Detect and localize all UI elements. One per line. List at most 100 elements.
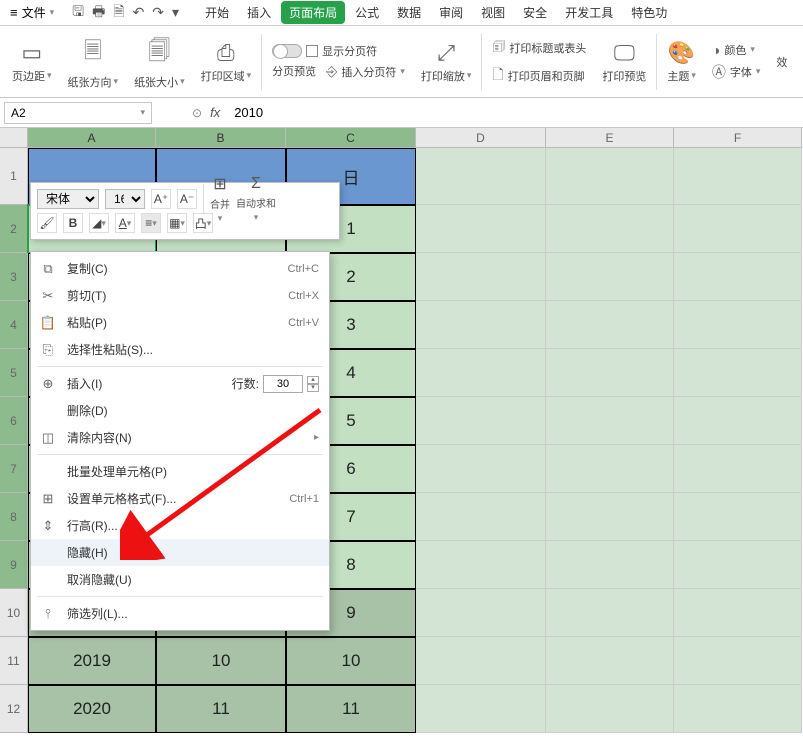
cell-E6[interactable] <box>546 397 674 445</box>
fill-color-button[interactable]: ◢▾ <box>89 213 109 233</box>
redo-icon[interactable]: ↷ <box>152 4 164 21</box>
tab-home[interactable]: 开始 <box>197 1 237 24</box>
tab-review[interactable]: 审阅 <box>431 1 471 24</box>
tab-formula[interactable]: 公式 <box>347 1 387 24</box>
row-header-3[interactable]: 3 <box>0 253 28 301</box>
font-size-select[interactable]: 16 <box>105 189 145 209</box>
cell-style-button[interactable]: 凸▾ <box>193 213 213 233</box>
cell-A11[interactable]: 2019 <box>28 637 156 685</box>
print-titles-button[interactable]: 🗊 打印标题或表头 <box>492 36 586 60</box>
tab-view[interactable]: 视图 <box>473 1 513 24</box>
format-painter-icon[interactable]: 🖌 <box>37 213 57 233</box>
menu-item-delete[interactable]: 删除(D) <box>31 397 329 424</box>
print-area-button[interactable]: ⎙ 打印区域▾ <box>195 30 258 93</box>
column-header-B[interactable]: B <box>156 128 286 148</box>
menu-item-paste[interactable]: 📋 粘贴(P) Ctrl+V <box>31 309 329 336</box>
print-scale-button[interactable]: ⤢ 打印缩放▾ <box>415 30 478 93</box>
menu-item-hide[interactable]: 隐藏(H) <box>31 539 329 566</box>
cell-E11[interactable] <box>546 637 674 685</box>
row-header-5[interactable]: 5 <box>0 349 28 397</box>
cell-D1[interactable] <box>416 148 546 205</box>
bold-button[interactable]: B <box>63 213 83 233</box>
row-header-11[interactable]: 11 <box>0 637 28 685</box>
column-header-E[interactable]: E <box>546 128 674 148</box>
menu-item-cut[interactable]: ✂ 剪切(T) Ctrl+X <box>31 282 329 309</box>
name-box[interactable]: A2 ▾ <box>4 102 152 124</box>
menu-item-row-height[interactable]: ⇕ 行高(R)... <box>31 512 329 539</box>
menu-item-batch[interactable]: 批量处理单元格(P) <box>31 458 329 485</box>
row-header-2[interactable]: 2 <box>0 205 28 253</box>
cell-E12[interactable] <box>546 685 674 733</box>
cell-F10[interactable] <box>674 589 802 637</box>
menu-item-filter[interactable]: ⫯ 筛选列(L)... <box>31 600 329 627</box>
menu-item-paste-special[interactable]: ⎘ 选择性粘贴(S)... <box>31 336 329 363</box>
column-header-C[interactable]: C <box>286 128 416 148</box>
menu-item-clear[interactable]: ◫ 清除内容(N) ▸ <box>31 424 329 451</box>
menu-item-unhide[interactable]: 取消隐藏(U) <box>31 566 329 593</box>
spinner-down-icon[interactable]: ▾ <box>307 384 319 392</box>
chevron-down-icon[interactable]: ▾ <box>172 4 179 21</box>
cell-D12[interactable] <box>416 685 546 733</box>
select-all-corner[interactable] <box>0 128 28 148</box>
cell-D9[interactable] <box>416 541 546 589</box>
tab-page-layout[interactable]: 页面布局 <box>281 1 345 24</box>
tab-data[interactable]: 数据 <box>389 1 429 24</box>
cell-E7[interactable] <box>546 445 674 493</box>
font-name-select[interactable]: 宋体 <box>37 189 99 209</box>
cell-F6[interactable] <box>674 397 802 445</box>
cell-F11[interactable] <box>674 637 802 685</box>
row-header-7[interactable]: 7 <box>0 445 28 493</box>
show-break-toggle[interactable]: 显示分页符 <box>272 43 405 59</box>
tab-developer[interactable]: 开发工具 <box>557 1 621 24</box>
spinner-up-icon[interactable]: ▴ <box>307 376 319 384</box>
autosum-button[interactable]: Σ自动求和▾ <box>236 175 276 223</box>
cell-D8[interactable] <box>416 493 546 541</box>
align-button[interactable]: ≡▾ <box>141 213 161 233</box>
save-icon[interactable]: 🖫 <box>72 1 84 25</box>
cell-E3[interactable] <box>546 253 674 301</box>
insert-break-button[interactable]: ⎆ 插入分页符 ▾ <box>326 63 405 80</box>
cell-D10[interactable] <box>416 589 546 637</box>
font-color-button[interactable]: A▾ <box>115 213 135 233</box>
cell-F8[interactable] <box>674 493 802 541</box>
cell-E4[interactable] <box>546 301 674 349</box>
insert-count-input[interactable] <box>263 375 303 393</box>
tab-security[interactable]: 安全 <box>515 1 555 24</box>
spinner-control[interactable]: ▴▾ <box>307 376 319 392</box>
cell-F5[interactable] <box>674 349 802 397</box>
fonts-button[interactable]: Ⓐ 字体▾ <box>712 62 761 82</box>
row-header-12[interactable]: 12 <box>0 685 28 733</box>
cell-E10[interactable] <box>546 589 674 637</box>
cell-D2[interactable] <box>416 205 546 253</box>
theme-button[interactable]: 🎨 主题▾ <box>661 30 702 93</box>
print-preview-button[interactable]: 🖵 打印预览 <box>596 30 652 93</box>
cell-F9[interactable] <box>674 541 802 589</box>
menu-item-format-cells[interactable]: ⊞ 设置单元格格式(F)... Ctrl+1 <box>31 485 329 512</box>
header-footer-button[interactable]: 🗋 打印页眉和页脚 <box>492 64 586 88</box>
tab-insert[interactable]: 插入 <box>239 1 279 24</box>
cell-E5[interactable] <box>546 349 674 397</box>
cell-E2[interactable] <box>546 205 674 253</box>
print-icon[interactable]: 🖶 <box>92 1 105 25</box>
formula-input[interactable]: 2010 <box>228 105 269 120</box>
orientation-button[interactable]: 🗏 纸张方向▾ <box>62 30 125 93</box>
effects-button[interactable]: 效 <box>776 54 787 70</box>
cell-B11[interactable]: 10 <box>156 637 286 685</box>
row-header-1[interactable]: 1 <box>0 148 28 205</box>
cell-F4[interactable] <box>674 301 802 349</box>
cell-F3[interactable] <box>674 253 802 301</box>
cell-D3[interactable] <box>416 253 546 301</box>
row-header-4[interactable]: 4 <box>0 301 28 349</box>
tab-special[interactable]: 特色功 <box>623 1 675 24</box>
menu-item-copy[interactable]: ⧉ 复制(C) Ctrl+C <box>31 255 329 282</box>
cell-F12[interactable] <box>674 685 802 733</box>
border-button[interactable]: ▦▾ <box>167 213 187 233</box>
colors-button[interactable]: ◑ 颜色▾ <box>712 42 761 58</box>
file-menu[interactable]: ≡ 文件 ▾ <box>0 4 64 21</box>
cell-D7[interactable] <box>416 445 546 493</box>
preview-icon[interactable]: 🗎 <box>113 1 124 25</box>
column-header-A[interactable]: A <box>28 128 156 148</box>
increase-font-icon[interactable]: A⁺ <box>151 189 171 209</box>
target-icon[interactable]: ⊙ <box>192 106 202 120</box>
menu-item-insert[interactable]: ⊕ 插入(I) 行数: ▴▾ <box>31 370 329 397</box>
